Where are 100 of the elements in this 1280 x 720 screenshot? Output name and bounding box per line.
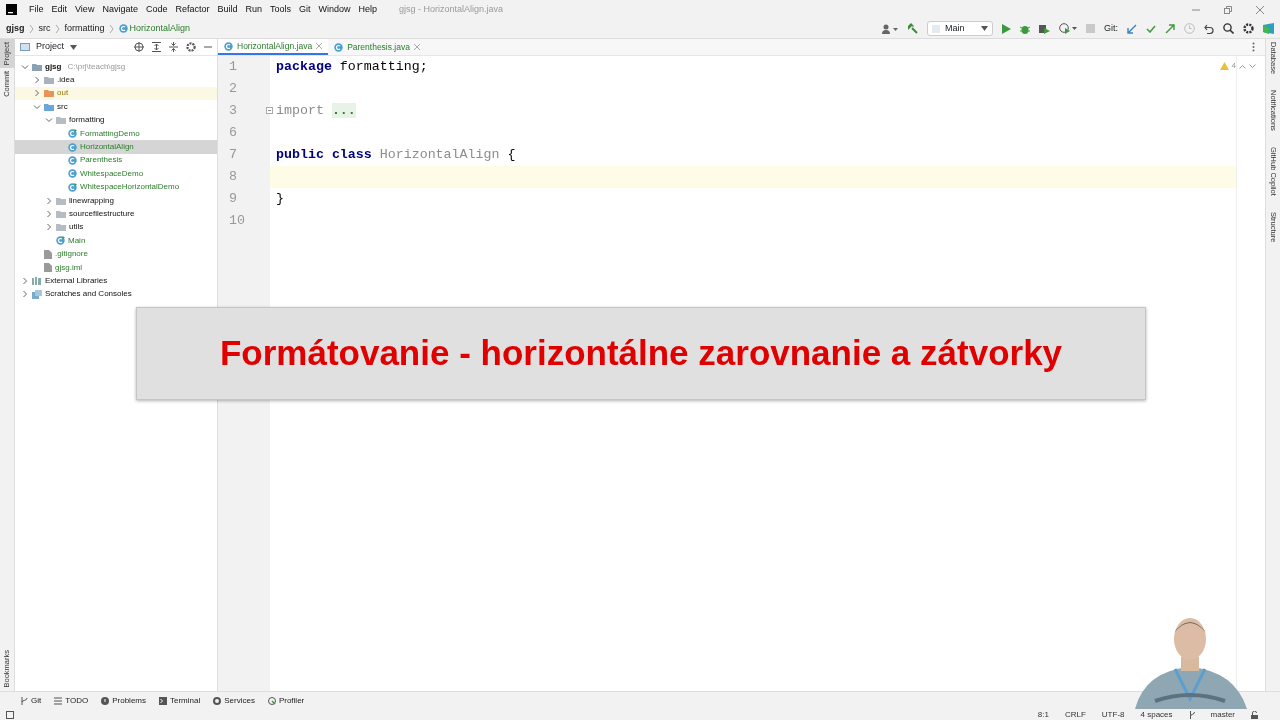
- run-icon[interactable]: [1002, 23, 1011, 34]
- status-item[interactable]: UTF-8: [1101, 708, 1125, 720]
- tree-item[interactable]: linewrapping: [15, 193, 217, 208]
- menu-item[interactable]: Refactor: [171, 2, 214, 17]
- tree-item[interactable]: WhitespaceHorizontalDemo: [15, 180, 217, 194]
- more-icon[interactable]: [1252, 42, 1255, 52]
- minimize-icon[interactable]: [204, 43, 212, 51]
- commit-check-icon[interactable]: [1146, 24, 1156, 33]
- tree-item[interactable]: gjsg C:\prj\teach\gjsg: [15, 60, 217, 74]
- menu-item[interactable]: Code: [141, 2, 172, 17]
- tool-window-tab[interactable]: Git: [20, 694, 42, 707]
- tree-item[interactable]: HorizontalAlign: [15, 140, 217, 154]
- breadcrumb-item[interactable]: HorizontalAlign: [129, 21, 191, 36]
- settings-icon[interactable]: [186, 42, 196, 52]
- chevron-down-icon[interactable]: [1249, 63, 1256, 69]
- panel-title[interactable]: Project: [36, 40, 64, 54]
- tree-item[interactable]: formatting: [15, 113, 217, 127]
- line-number: 8: [218, 166, 270, 188]
- search-icon[interactable]: [1223, 23, 1234, 34]
- profile-dropdown-icon[interactable]: [1059, 23, 1077, 34]
- menu-item[interactable]: File: [25, 2, 48, 17]
- warning-icon: [1219, 62, 1229, 70]
- tree-item[interactable]: src: [15, 100, 217, 114]
- chevron-icon[interactable]: [45, 116, 53, 125]
- tree-item[interactable]: utils: [15, 220, 217, 235]
- tree-item[interactable]: Main: [15, 234, 217, 248]
- history-icon[interactable]: [1184, 23, 1195, 34]
- layout-toggle-icon[interactable]: [6, 710, 14, 719]
- run-config-dropdown[interactable]: Main: [927, 21, 993, 36]
- tool-window-tab[interactable]: Terminal: [159, 694, 201, 707]
- close-icon[interactable]: [413, 44, 420, 50]
- hammer-icon[interactable]: [907, 23, 918, 34]
- code-token: ...: [331, 103, 356, 119]
- separator-icon: [54, 23, 61, 34]
- restore-icon[interactable]: [1224, 5, 1232, 14]
- chevron-icon[interactable]: [33, 76, 41, 85]
- tool-window-tab[interactable]: Services: [213, 694, 255, 707]
- chevron-icon[interactable]: [21, 290, 29, 299]
- services-icon: [213, 696, 222, 705]
- banner-title: Formátovanie - horizontálne zarovnanie a zátvorky: [219, 332, 1063, 375]
- expand-all-icon[interactable]: [152, 42, 161, 52]
- tool-window-tab[interactable]: Profiler: [267, 694, 305, 707]
- status-item[interactable]: 4 spaces: [1140, 708, 1173, 720]
- code-token: package: [276, 59, 332, 75]
- breadcrumb-item[interactable]: gjsg: [6, 21, 25, 36]
- menu-item[interactable]: Run: [241, 2, 266, 17]
- fold-icon[interactable]: [266, 107, 273, 115]
- tree-item[interactable]: out: [15, 86, 217, 101]
- class-icon: [68, 169, 77, 179]
- menu-item[interactable]: Window: [314, 2, 355, 17]
- chevron-icon[interactable]: [33, 89, 41, 98]
- tree-item[interactable]: Scratches and Consoles: [15, 287, 217, 302]
- status-item[interactable]: CRLF: [1064, 708, 1086, 720]
- tree-item[interactable]: External Libraries: [15, 274, 217, 288]
- close-icon[interactable]: [1256, 5, 1264, 14]
- warning-count: 4: [1231, 60, 1236, 72]
- push-arrow-icon[interactable]: [1165, 23, 1175, 34]
- menu-item[interactable]: Git: [295, 2, 315, 17]
- plugin-logo-icon[interactable]: [1263, 23, 1274, 34]
- menu-item[interactable]: Navigate: [98, 2, 142, 17]
- breadcrumb-item[interactable]: formatting: [64, 21, 105, 36]
- tree-item[interactable]: .idea: [15, 73, 217, 87]
- code-token: {: [507, 147, 516, 163]
- status-item[interactable]: master: [1210, 708, 1235, 720]
- library-icon: [32, 276, 42, 285]
- tree-item[interactable]: WhitespaceDemo: [15, 167, 217, 181]
- tree-item[interactable]: Parenthesis: [15, 153, 217, 168]
- editor-tab[interactable]: Parenthesis.java: [328, 39, 426, 55]
- close-icon[interactable]: [316, 43, 323, 49]
- chevron-icon[interactable]: [21, 62, 29, 71]
- chevron-icon[interactable]: [45, 196, 53, 205]
- user-dropdown-icon[interactable]: [882, 23, 898, 34]
- undo-icon[interactable]: [1204, 23, 1214, 34]
- breadcrumb-item[interactable]: src: [38, 21, 51, 36]
- status-item[interactable]: 8:1: [1037, 708, 1049, 720]
- chevron-up-icon[interactable]: [1239, 63, 1246, 69]
- chevron-icon[interactable]: [21, 276, 29, 285]
- update-arrow-icon[interactable]: [1127, 23, 1137, 34]
- coverage-icon[interactable]: [1039, 23, 1050, 34]
- menu-item[interactable]: Edit: [47, 2, 72, 17]
- tree-item[interactable]: FormattingDemo: [15, 126, 217, 141]
- chevron-icon[interactable]: [33, 102, 41, 111]
- chevron-icon[interactable]: [45, 210, 53, 218]
- tool-window-tab[interactable]: Problems: [101, 694, 146, 707]
- collapse-all-icon[interactable]: [169, 42, 178, 52]
- menu-item[interactable]: Help: [354, 2, 382, 17]
- tool-window-tab[interactable]: TODO: [54, 694, 89, 707]
- menu-item[interactable]: Tools: [266, 2, 295, 17]
- chevron-icon[interactable]: [45, 223, 53, 232]
- debug-icon[interactable]: [1020, 23, 1030, 34]
- caret-icon[interactable]: [70, 44, 77, 50]
- lock-icon[interactable]: [1251, 710, 1258, 719]
- tree-item[interactable]: gjsg.iml: [15, 260, 217, 275]
- locate-icon[interactable]: [134, 42, 144, 52]
- menu-item[interactable]: Build: [213, 2, 242, 17]
- menu-item[interactable]: View: [71, 2, 99, 17]
- tree-item[interactable]: sourcefilestructure: [15, 207, 217, 221]
- settings-icon[interactable]: [1243, 23, 1254, 34]
- tree-item[interactable]: .gitignore: [15, 247, 217, 261]
- editor-tab[interactable]: HorizontalAlign.java: [218, 39, 329, 55]
